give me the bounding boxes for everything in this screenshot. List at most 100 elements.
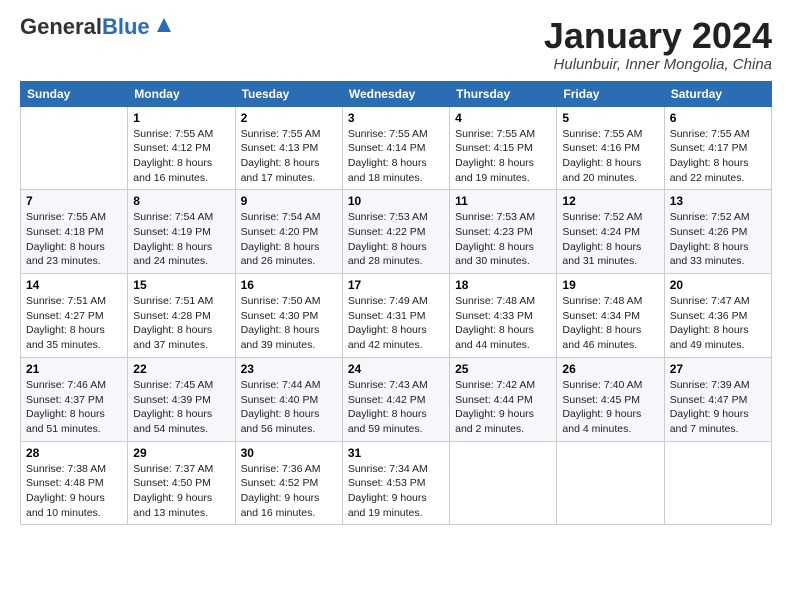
page: GeneralBlue January 2024 Hulunbuir, Inne…: [0, 0, 792, 612]
table-row: [557, 441, 664, 525]
sunset-text: Sunset: 4:23 PM: [455, 226, 533, 238]
daylight-text: Daylight: 8 hours and 20 minutes.: [562, 157, 641, 184]
sunset-text: Sunset: 4:40 PM: [241, 394, 319, 406]
logo-general: General: [20, 14, 102, 39]
sunrise-text: Sunrise: 7:55 AM: [241, 128, 321, 140]
day-number: 13: [670, 194, 766, 208]
day-info: Sunrise: 7:48 AM Sunset: 4:34 PM Dayligh…: [562, 294, 658, 353]
header-wednesday: Wednesday: [342, 81, 449, 106]
sunset-text: Sunset: 4:45 PM: [562, 394, 640, 406]
day-number: 5: [562, 111, 658, 125]
sunrise-text: Sunrise: 7:54 AM: [133, 211, 213, 223]
day-number: 16: [241, 278, 337, 292]
sunrise-text: Sunrise: 7:54 AM: [241, 211, 321, 223]
table-row: 20 Sunrise: 7:47 AM Sunset: 4:36 PM Dayl…: [664, 274, 771, 358]
table-row: [21, 106, 128, 190]
day-number: 6: [670, 111, 766, 125]
sunset-text: Sunset: 4:15 PM: [455, 142, 533, 154]
table-row: 30 Sunrise: 7:36 AM Sunset: 4:52 PM Dayl…: [235, 441, 342, 525]
day-info: Sunrise: 7:47 AM Sunset: 4:36 PM Dayligh…: [670, 294, 766, 353]
day-info: Sunrise: 7:38 AM Sunset: 4:48 PM Dayligh…: [26, 462, 122, 521]
sunset-text: Sunset: 4:33 PM: [455, 310, 533, 322]
daylight-text: Daylight: 9 hours and 19 minutes.: [348, 492, 427, 519]
sunrise-text: Sunrise: 7:46 AM: [26, 379, 106, 391]
daylight-text: Daylight: 8 hours and 33 minutes.: [670, 241, 749, 268]
table-row: 29 Sunrise: 7:37 AM Sunset: 4:50 PM Dayl…: [128, 441, 235, 525]
day-number: 28: [26, 446, 122, 460]
day-number: 10: [348, 194, 444, 208]
sunrise-text: Sunrise: 7:55 AM: [670, 128, 750, 140]
daylight-text: Daylight: 8 hours and 26 minutes.: [241, 241, 320, 268]
sunrise-text: Sunrise: 7:51 AM: [133, 295, 213, 307]
day-number: 18: [455, 278, 551, 292]
sunrise-text: Sunrise: 7:34 AM: [348, 463, 428, 475]
day-info: Sunrise: 7:46 AM Sunset: 4:37 PM Dayligh…: [26, 378, 122, 437]
table-row: 14 Sunrise: 7:51 AM Sunset: 4:27 PM Dayl…: [21, 274, 128, 358]
day-info: Sunrise: 7:48 AM Sunset: 4:33 PM Dayligh…: [455, 294, 551, 353]
daylight-text: Daylight: 9 hours and 10 minutes.: [26, 492, 105, 519]
sunrise-text: Sunrise: 7:42 AM: [455, 379, 535, 391]
day-info: Sunrise: 7:54 AM Sunset: 4:20 PM Dayligh…: [241, 210, 337, 269]
header-thursday: Thursday: [450, 81, 557, 106]
table-row: 1 Sunrise: 7:55 AM Sunset: 4:12 PM Dayli…: [128, 106, 235, 190]
day-number: 2: [241, 111, 337, 125]
day-info: Sunrise: 7:54 AM Sunset: 4:19 PM Dayligh…: [133, 210, 229, 269]
month-title: January 2024: [544, 16, 772, 56]
header-saturday: Saturday: [664, 81, 771, 106]
daylight-text: Daylight: 8 hours and 37 minutes.: [133, 324, 212, 351]
table-row: 7 Sunrise: 7:55 AM Sunset: 4:18 PM Dayli…: [21, 190, 128, 274]
calendar-week-1: 7 Sunrise: 7:55 AM Sunset: 4:18 PM Dayli…: [21, 190, 772, 274]
location: Hulunbuir, Inner Mongolia, China: [544, 56, 772, 73]
logo-icon: [153, 14, 175, 36]
day-number: 26: [562, 362, 658, 376]
calendar-week-0: 1 Sunrise: 7:55 AM Sunset: 4:12 PM Dayli…: [21, 106, 772, 190]
daylight-text: Daylight: 8 hours and 16 minutes.: [133, 157, 212, 184]
day-number: 20: [670, 278, 766, 292]
sunrise-text: Sunrise: 7:53 AM: [348, 211, 428, 223]
day-number: 17: [348, 278, 444, 292]
day-number: 29: [133, 446, 229, 460]
sunset-text: Sunset: 4:19 PM: [133, 226, 211, 238]
header-tuesday: Tuesday: [235, 81, 342, 106]
daylight-text: Daylight: 8 hours and 51 minutes.: [26, 408, 105, 435]
daylight-text: Daylight: 8 hours and 17 minutes.: [241, 157, 320, 184]
header-sunday: Sunday: [21, 81, 128, 106]
day-info: Sunrise: 7:44 AM Sunset: 4:40 PM Dayligh…: [241, 378, 337, 437]
sunset-text: Sunset: 4:39 PM: [133, 394, 211, 406]
sunset-text: Sunset: 4:14 PM: [348, 142, 426, 154]
sunset-text: Sunset: 4:18 PM: [26, 226, 104, 238]
sunset-text: Sunset: 4:52 PM: [241, 477, 319, 489]
daylight-text: Daylight: 8 hours and 42 minutes.: [348, 324, 427, 351]
day-number: 21: [26, 362, 122, 376]
sunrise-text: Sunrise: 7:38 AM: [26, 463, 106, 475]
table-row: 26 Sunrise: 7:40 AM Sunset: 4:45 PM Dayl…: [557, 357, 664, 441]
sunrise-text: Sunrise: 7:55 AM: [133, 128, 213, 140]
daylight-text: Daylight: 8 hours and 18 minutes.: [348, 157, 427, 184]
sunset-text: Sunset: 4:12 PM: [133, 142, 211, 154]
table-row: 19 Sunrise: 7:48 AM Sunset: 4:34 PM Dayl…: [557, 274, 664, 358]
sunrise-text: Sunrise: 7:55 AM: [348, 128, 428, 140]
daylight-text: Daylight: 8 hours and 30 minutes.: [455, 241, 534, 268]
table-row: 9 Sunrise: 7:54 AM Sunset: 4:20 PM Dayli…: [235, 190, 342, 274]
logo-blue: Blue: [102, 14, 150, 39]
daylight-text: Daylight: 8 hours and 59 minutes.: [348, 408, 427, 435]
header: GeneralBlue January 2024 Hulunbuir, Inne…: [20, 16, 772, 73]
day-number: 31: [348, 446, 444, 460]
daylight-text: Daylight: 8 hours and 35 minutes.: [26, 324, 105, 351]
table-row: 16 Sunrise: 7:50 AM Sunset: 4:30 PM Dayl…: [235, 274, 342, 358]
sunrise-text: Sunrise: 7:55 AM: [455, 128, 535, 140]
sunrise-text: Sunrise: 7:36 AM: [241, 463, 321, 475]
sunset-text: Sunset: 4:26 PM: [670, 226, 748, 238]
day-info: Sunrise: 7:43 AM Sunset: 4:42 PM Dayligh…: [348, 378, 444, 437]
table-row: 13 Sunrise: 7:52 AM Sunset: 4:26 PM Dayl…: [664, 190, 771, 274]
sunset-text: Sunset: 4:27 PM: [26, 310, 104, 322]
day-info: Sunrise: 7:55 AM Sunset: 4:16 PM Dayligh…: [562, 127, 658, 186]
table-row: 8 Sunrise: 7:54 AM Sunset: 4:19 PM Dayli…: [128, 190, 235, 274]
day-info: Sunrise: 7:39 AM Sunset: 4:47 PM Dayligh…: [670, 378, 766, 437]
daylight-text: Daylight: 8 hours and 46 minutes.: [562, 324, 641, 351]
day-info: Sunrise: 7:55 AM Sunset: 4:15 PM Dayligh…: [455, 127, 551, 186]
day-number: 3: [348, 111, 444, 125]
day-number: 11: [455, 194, 551, 208]
daylight-text: Daylight: 9 hours and 2 minutes.: [455, 408, 534, 435]
day-info: Sunrise: 7:42 AM Sunset: 4:44 PM Dayligh…: [455, 378, 551, 437]
